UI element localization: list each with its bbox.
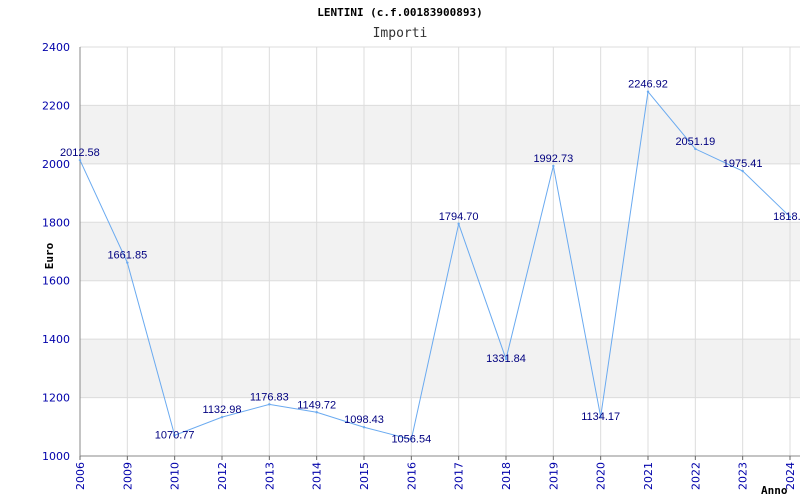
data-label: 2012.58	[60, 147, 100, 159]
data-point	[220, 415, 224, 419]
x-tick-label: 2023	[737, 462, 750, 490]
data-point	[457, 222, 460, 226]
x-tick-label: 2014	[311, 462, 324, 490]
x-axis-ticks: 2006 2009 2010 2012 2013 2014 2015 2016 2017 2018…	[74, 456, 797, 490]
data-label: 1134.17	[581, 411, 620, 423]
x-tick-label: 2013	[263, 462, 276, 490]
y-axis-label: Euro	[43, 242, 56, 269]
x-tick-label: 2018	[500, 462, 513, 490]
y-tick-label: 2400	[42, 41, 70, 54]
data-label: 2246.92	[628, 79, 668, 91]
y-tick-label: 1400	[42, 333, 70, 346]
data-label: 1794.70	[439, 211, 479, 223]
data-point	[552, 164, 555, 168]
x-tick-label: 2012	[216, 462, 229, 490]
y-tick-label: 1000	[42, 450, 70, 463]
y-tick-label: 2200	[42, 99, 70, 112]
x-tick-label: 2016	[405, 462, 418, 490]
data-label: 1992.73	[533, 153, 573, 165]
data-point	[362, 426, 366, 429]
x-tick-label: 2020	[595, 462, 608, 490]
data-label: 1661.85	[107, 250, 147, 262]
x-tick-label: 2006	[74, 462, 87, 490]
x-tick-label: 2017	[453, 462, 466, 490]
data-label: 1975.41	[723, 158, 763, 170]
x-tick-label: 2009	[121, 462, 134, 490]
y-tick-label: 2000	[42, 158, 70, 171]
data-label: 1132.98	[203, 404, 242, 416]
data-label: 1818.7	[773, 211, 800, 223]
data-point	[78, 158, 82, 162]
grid-band	[80, 339, 800, 398]
grid-band	[80, 222, 800, 281]
y-tick-label: 1800	[42, 216, 70, 229]
grid-band	[80, 105, 800, 164]
data-label: 1056.54	[391, 433, 431, 445]
data-point	[741, 169, 744, 173]
data-point	[268, 403, 271, 406]
x-tick-label: 2021	[642, 462, 655, 490]
data-label: 2051.19	[675, 136, 715, 148]
data-label: 1149.72	[297, 399, 336, 411]
chart-subtitle: Importi	[373, 26, 428, 41]
x-tick-label: 2019	[547, 462, 560, 490]
data-point	[694, 147, 697, 151]
line-chart: LENTINI (c.f.00183900893) Importi 1000 12…	[42, 6, 800, 497]
data-label: 1331.84	[486, 353, 526, 365]
data-point	[315, 411, 318, 414]
data-label: 1070.77	[155, 429, 195, 441]
data-label: 1176.83	[250, 391, 289, 403]
x-tick-label: 2015	[358, 462, 371, 490]
chart-title: LENTINI (c.f.00183900893)	[317, 6, 483, 19]
y-tick-label: 1600	[42, 275, 70, 288]
background-bands	[80, 105, 800, 398]
y-tick-label: 1200	[42, 392, 70, 405]
x-axis-label: Anno	[761, 484, 788, 497]
data-label: 1098.43	[344, 414, 384, 426]
data-point	[646, 90, 650, 93]
x-tick-label: 2022	[689, 462, 702, 490]
data-point	[126, 261, 129, 264]
x-tick-label: 2010	[169, 462, 182, 490]
